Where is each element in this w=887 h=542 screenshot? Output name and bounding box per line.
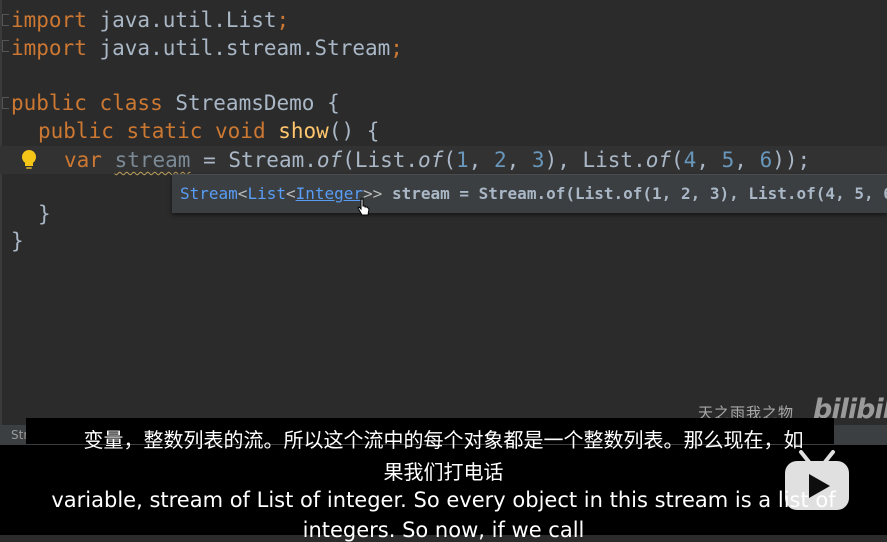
keyword: import	[11, 8, 87, 32]
method-call: of	[316, 148, 343, 172]
code-editor[interactable]: import java.util.List; import java.util.…	[0, 0, 887, 445]
tooltip-text: <	[237, 184, 248, 203]
method-name: show	[265, 119, 329, 143]
keyword: public	[38, 119, 114, 143]
code-line-2: import java.util.stream.Stream;	[11, 34, 403, 62]
keyword: static	[113, 119, 203, 143]
subtitle-en-line-2: integers. So now, if we call	[302, 518, 585, 542]
tooltip-text: <	[285, 184, 296, 203]
code-text: (List.	[342, 148, 419, 172]
number-literal: 1	[456, 148, 469, 172]
subtitle-cn-line-2: 果我们打电话	[383, 460, 504, 484]
type-hint-tooltip: Stream<List<Integer>> stream = Stream.of…	[172, 174, 887, 213]
semicolon: ;	[390, 36, 403, 60]
code-text: ,	[506, 148, 532, 172]
code-text: ), List.	[544, 148, 646, 172]
code-line-4: public static void show() {	[38, 117, 379, 145]
number-literal: 4	[683, 148, 697, 172]
number-literal: 2	[493, 148, 507, 172]
code-text: java.util.stream.Stream	[86, 36, 391, 60]
tooltip-type-link[interactable]: Stream	[180, 184, 238, 203]
number-literal: 6	[759, 148, 773, 172]
semicolon: ;	[276, 8, 290, 32]
code-text: (	[671, 148, 684, 172]
code-text: () {	[328, 119, 380, 143]
fold-marker[interactable]	[2, 97, 9, 109]
method-call: of	[645, 148, 672, 172]
code-text: ,	[734, 148, 760, 172]
keyword: void	[202, 119, 266, 143]
keyword: public	[11, 91, 87, 115]
code-line-6: }	[38, 202, 51, 226]
method-call: of	[418, 148, 444, 172]
code-text: = Stream.	[190, 148, 317, 172]
fold-marker[interactable]	[2, 14, 9, 26]
keyword: class	[86, 91, 163, 115]
subtitle-cn-line-1: 变量，整数列表的流。所以这个流中的每个对象都是一个整数列表。那么现在，如	[83, 428, 804, 452]
tooltip-type-link[interactable]: List	[247, 184, 286, 203]
code-text: ,	[468, 148, 494, 172]
variable-name[interactable]: stream	[115, 148, 191, 172]
code-line-7: }	[11, 229, 24, 253]
gutter	[0, 0, 2, 445]
tooltip-signature: stream = Stream.of(List.of(1, 2, 3), Lis…	[391, 184, 887, 203]
play-button-icon[interactable]	[783, 450, 851, 512]
tooltip-type-link[interactable]: Integer	[296, 184, 363, 203]
code-text: (	[443, 148, 456, 172]
number-literal: 5	[721, 148, 735, 172]
code-line-5: var stream = Stream.of(List.of(1, 2, 3),…	[64, 146, 810, 174]
code-text: ));	[772, 148, 811, 172]
code-text: java.util.List	[86, 8, 277, 32]
subtitle-en-line-1: variable, stream of List of integer. So …	[51, 488, 836, 512]
code-text: StreamsDemo {	[162, 91, 340, 115]
code-line-1: import java.util.List;	[11, 6, 289, 34]
code-line-3: public class StreamsDemo {	[11, 89, 340, 117]
hand-cursor-icon	[357, 198, 370, 216]
code-text: ,	[696, 148, 722, 172]
number-literal: 3	[531, 148, 545, 172]
keyword: import	[11, 36, 87, 60]
fold-marker[interactable]	[2, 40, 9, 52]
lightbulb-icon[interactable]	[18, 148, 40, 172]
keyword: var	[64, 148, 102, 172]
